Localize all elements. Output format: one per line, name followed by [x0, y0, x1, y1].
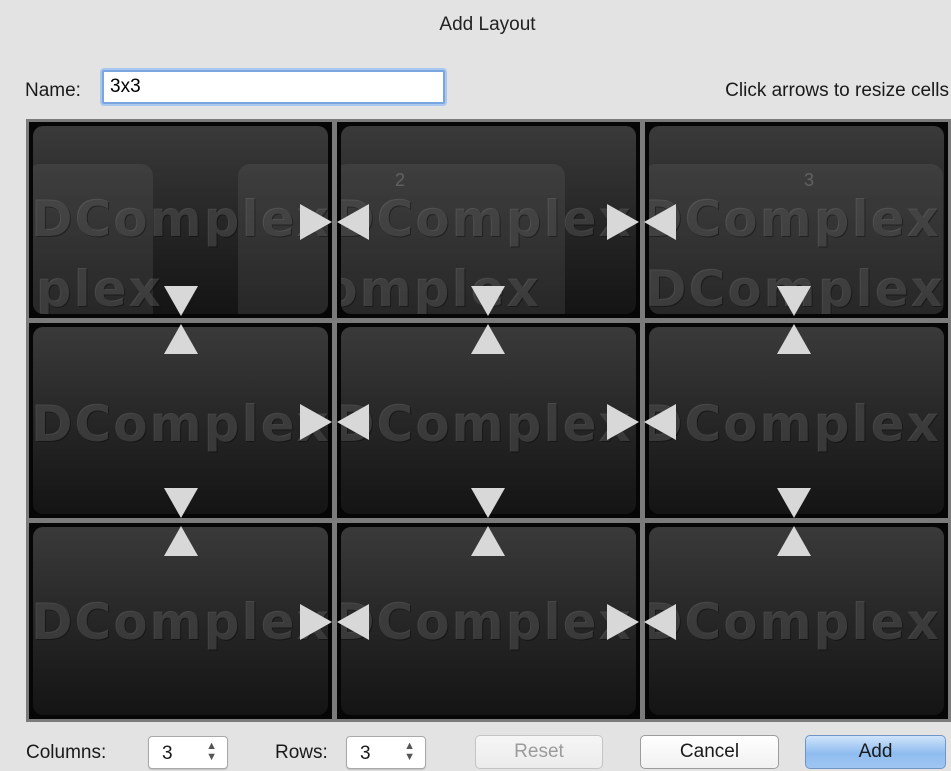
resize-right-arrow-icon[interactable]	[607, 404, 639, 440]
columns-label: Columns:	[26, 742, 107, 763]
columns-stepper[interactable]: 3 ▲ ▼	[148, 736, 228, 769]
add-button[interactable]: Add	[805, 735, 946, 769]
resize-right-arrow-icon[interactable]	[300, 404, 332, 440]
watermark: DComplex	[33, 190, 328, 248]
resize-down-arrow-icon[interactable]	[777, 488, 811, 518]
resize-left-arrow-icon[interactable]	[337, 204, 369, 240]
resize-up-arrow-icon[interactable]	[471, 324, 505, 354]
up-down-arrows-icon[interactable]: ▲ ▼	[404, 741, 415, 763]
cell-preview: DComplex	[33, 326, 328, 515]
watermark: DComplex	[341, 260, 541, 314]
watermark: DComplex	[649, 394, 941, 453]
resize-up-arrow-icon[interactable]	[777, 526, 811, 556]
dialog-title: Add Layout	[439, 14, 536, 35]
resize-left-arrow-icon[interactable]	[644, 204, 676, 240]
resize-left-arrow-icon[interactable]	[337, 604, 369, 640]
resize-right-arrow-icon[interactable]	[607, 204, 639, 240]
watermark: DComplex	[649, 593, 941, 652]
rows-stepper[interactable]: 3 ▲ ▼	[346, 736, 426, 769]
resize-down-arrow-icon[interactable]	[471, 286, 505, 316]
layout-grid: DComplex DComplex 2 DComplex DComplex 3 …	[26, 119, 951, 722]
name-label: Name:	[25, 80, 81, 101]
resize-up-arrow-icon[interactable]	[777, 324, 811, 354]
cancel-button[interactable]: Cancel	[640, 735, 779, 769]
resize-up-arrow-icon[interactable]	[164, 526, 198, 556]
rows-label: Rows:	[275, 742, 328, 763]
resize-up-arrow-icon[interactable]	[164, 324, 198, 354]
resize-left-arrow-icon[interactable]	[337, 404, 369, 440]
resize-up-arrow-icon[interactable]	[471, 526, 505, 556]
watermark: DComplex	[341, 394, 633, 453]
watermark: DComplex	[33, 394, 328, 453]
watermark: DComplex	[33, 260, 163, 314]
cell-preview: DComplex	[341, 326, 636, 515]
resize-hint: Click arrows to resize cells	[725, 80, 949, 101]
cell-number: 2	[395, 170, 406, 190]
cell-preview: DComplex	[649, 326, 944, 515]
resize-down-arrow-icon[interactable]	[164, 286, 198, 316]
watermark: DComplex	[649, 190, 941, 248]
resize-down-arrow-icon[interactable]	[471, 488, 505, 518]
up-down-arrows-icon[interactable]: ▲ ▼	[206, 741, 217, 763]
cell-number: 3	[804, 170, 815, 190]
resize-right-arrow-icon[interactable]	[300, 204, 332, 240]
columns-value: 3	[162, 743, 173, 764]
name-input[interactable]	[102, 70, 445, 104]
resize-right-arrow-icon[interactable]	[300, 604, 332, 640]
rows-value: 3	[360, 743, 371, 764]
resize-left-arrow-icon[interactable]	[644, 604, 676, 640]
watermark: DComplex	[341, 190, 633, 248]
resize-down-arrow-icon[interactable]	[164, 488, 198, 518]
reset-button[interactable]: Reset	[475, 735, 603, 769]
resize-right-arrow-icon[interactable]	[607, 604, 639, 640]
watermark: DComplex	[33, 593, 328, 652]
resize-left-arrow-icon[interactable]	[644, 404, 676, 440]
watermark: DComplex	[341, 593, 633, 652]
resize-down-arrow-icon[interactable]	[777, 286, 811, 316]
